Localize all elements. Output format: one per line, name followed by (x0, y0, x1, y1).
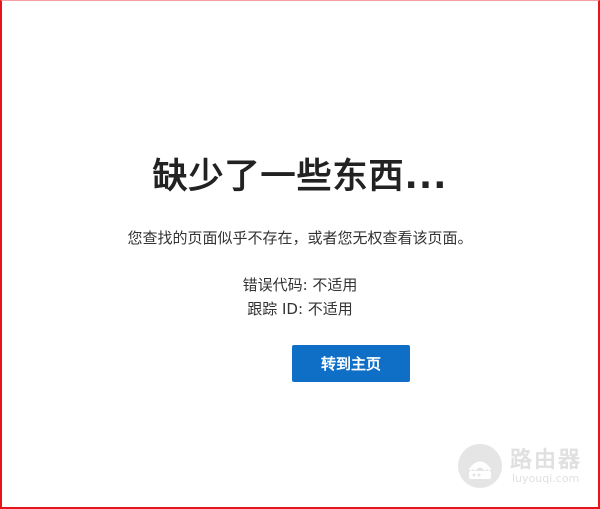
error-code: 错误代码: 不适用 (242, 276, 358, 294)
go-home-button[interactable]: 转到主页 (292, 345, 410, 382)
watermark: 路由器 luyouqi.com (456, 440, 586, 492)
watermark-url: luyouqi.com (512, 472, 580, 485)
error-message: 您查找的页面似乎不存在，或者您无权查看该页面。 (127, 229, 473, 247)
trace-id: 跟踪 ID: 不适用 (247, 300, 353, 318)
window-frame (0, 0, 600, 509)
router-logo-icon (458, 444, 502, 488)
page-title: 缺少了一些东西... (152, 157, 448, 197)
watermark-text: 路由器 (510, 448, 583, 473)
